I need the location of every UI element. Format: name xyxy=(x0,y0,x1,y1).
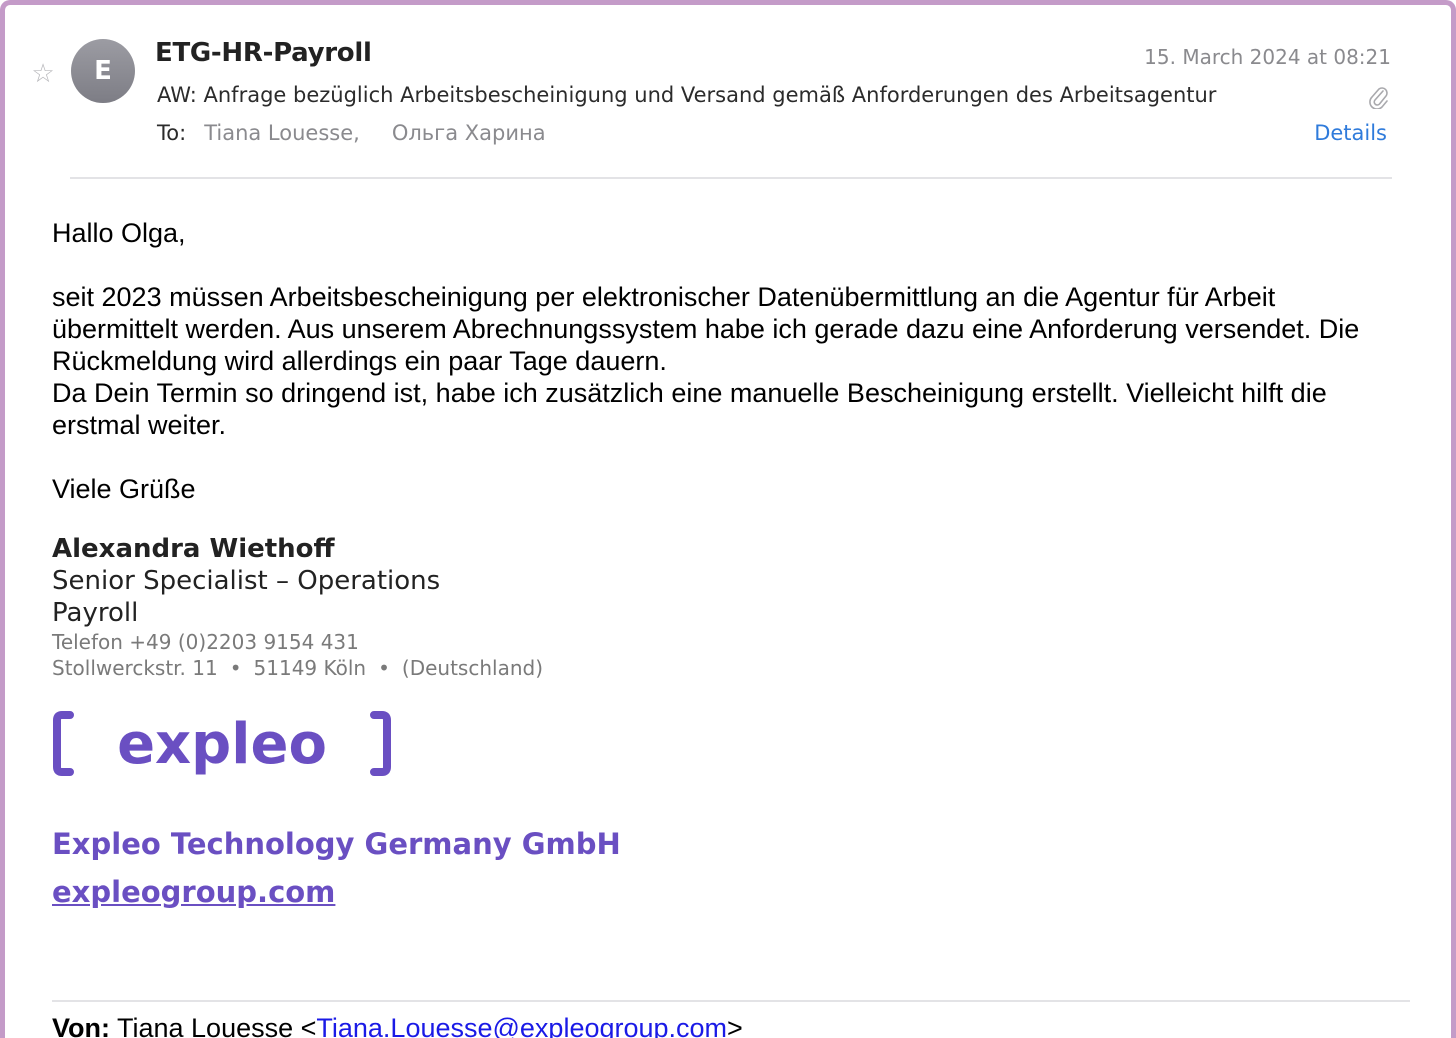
company-name: Expleo Technology Germany GmbH xyxy=(52,827,621,861)
closing: Viele Grüße xyxy=(52,474,196,504)
signature-name: Alexandra Wiethoff xyxy=(52,534,335,564)
signature-role: Senior Specialist – Operations xyxy=(52,566,441,596)
signature-city: 51149 Köln xyxy=(253,656,367,680)
recipient-separator: , xyxy=(353,121,360,145)
signature-address: Stollwerckstr. 11 • 51149 Köln • (Deutschlan… xyxy=(52,655,543,681)
from-name: Tiana Louesse < xyxy=(117,1013,317,1038)
sender-avatar: E xyxy=(71,39,135,103)
message-date: 15. March 2024 at 08:21 xyxy=(1144,45,1391,69)
from-label: Von: xyxy=(52,1013,110,1038)
recipient-olga[interactable]: Ольга Харина xyxy=(392,121,546,145)
header-divider xyxy=(70,177,1392,179)
recipients-row: To: Tiana Louesse, Ольга Харина xyxy=(157,121,546,145)
quoted-from-row: Von: Tiana Louesse <Tiana.Louesse@expleo… xyxy=(52,1013,743,1038)
signature-street: Stollwerckstr. 11 xyxy=(52,656,218,680)
signature-phone: Telefon +49 (0)2203 9154 431 xyxy=(52,630,359,654)
signature-block: Alexandra Wiethoff Senior Specialist – O… xyxy=(52,533,543,681)
address-separator: • xyxy=(378,656,390,680)
signature-department: Payroll xyxy=(52,598,139,628)
expleo-logo: expleo xyxy=(52,705,392,785)
message-subject: AW: Anfrage bezüglich Arbeitsbescheinigu… xyxy=(157,83,1217,107)
recipient-tiana[interactable]: Tiana Louesse xyxy=(204,121,353,145)
details-link[interactable]: Details xyxy=(1314,121,1387,145)
website-link[interactable]: expleogroup.com xyxy=(52,875,335,909)
paperclip-icon[interactable] xyxy=(1367,83,1389,110)
mail-viewer: ☆ E ETG-HR-Payroll 15. March 2024 at 08:… xyxy=(0,0,1456,1038)
from-email-link[interactable]: Tiana.Louesse@expleogroup.com xyxy=(316,1013,727,1038)
avatar-initial: E xyxy=(94,56,112,86)
signature-country: (Deutschland) xyxy=(401,656,544,680)
logo-text: expleo xyxy=(117,712,327,777)
body-paragraph-2: Da Dein Termin so dringend ist, habe ich… xyxy=(52,378,1327,440)
message-body: Hallo Olga, seit 2023 müssen Arbeitsbesc… xyxy=(52,217,1402,505)
to-label: To: xyxy=(157,121,187,145)
from-close: > xyxy=(727,1013,743,1038)
greeting: Hallo Olga, xyxy=(52,218,186,248)
star-icon[interactable]: ☆ xyxy=(29,59,57,87)
sender-name[interactable]: ETG-HR-Payroll xyxy=(155,38,372,68)
body-paragraph-1: seit 2023 müssen Arbeitsbescheinigung pe… xyxy=(52,282,1360,376)
address-separator: • xyxy=(229,656,242,680)
quote-divider xyxy=(52,1000,1410,1002)
